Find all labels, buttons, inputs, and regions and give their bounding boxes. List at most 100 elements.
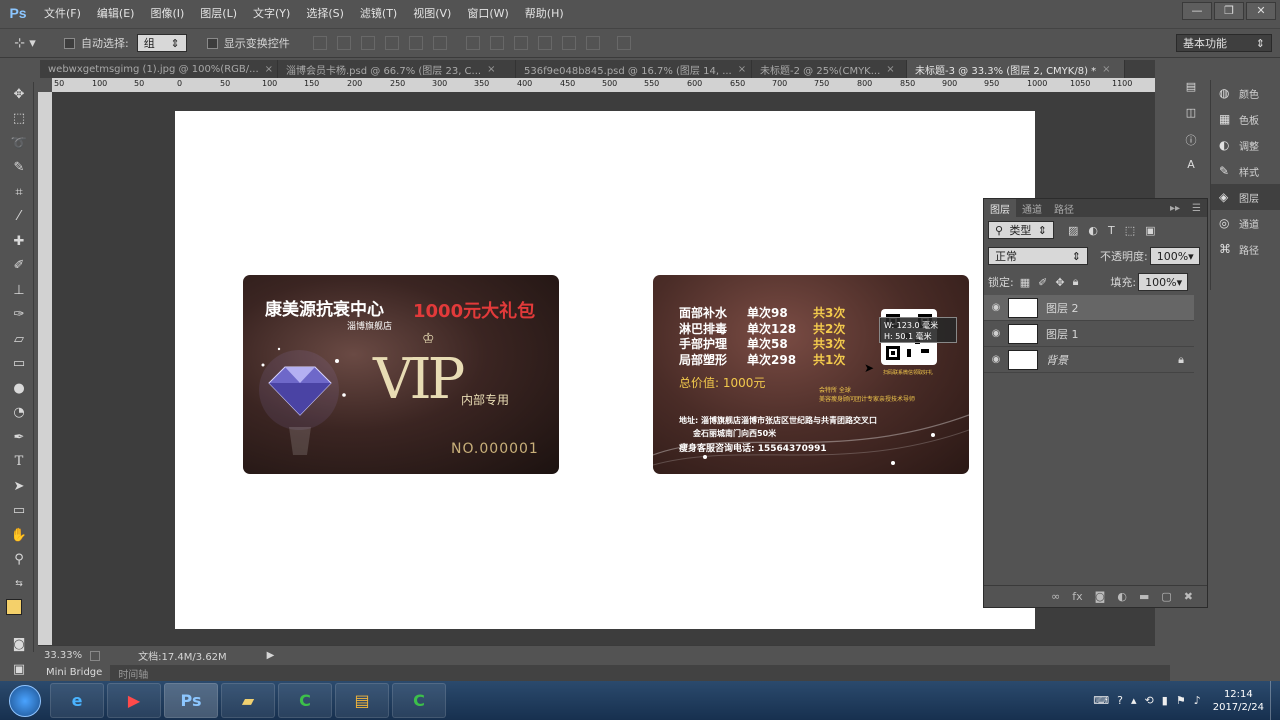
lock-transparent-icon[interactable]: ▦	[1020, 276, 1030, 289]
close-icon[interactable]: ×	[1102, 64, 1110, 75]
info-icon[interactable]: ⓘ	[1175, 132, 1207, 158]
character-icon[interactable]: A	[1175, 158, 1207, 184]
brush-tool-icon[interactable]: ✐	[4, 254, 34, 279]
distribute-right-icon[interactable]	[585, 36, 600, 50]
layer-row-background[interactable]: ◉ 背景 🔒︎	[984, 347, 1194, 373]
link-layers-icon[interactable]: ∞	[1051, 590, 1060, 603]
camtasia-recorder-icon[interactable]: C	[392, 683, 446, 718]
dock-item-paths[interactable]: ⌘ 路径	[1211, 236, 1280, 262]
align-top-icon[interactable]	[312, 36, 327, 50]
tray-expand-icon[interactable]: ▴	[1131, 694, 1137, 707]
keyboard-icon[interactable]: ⌨	[1093, 694, 1109, 707]
start-button[interactable]	[0, 682, 50, 720]
minimize-button[interactable]: —	[1182, 2, 1212, 20]
type-tool-icon[interactable]: T	[4, 450, 34, 475]
close-button[interactable]: ✕	[1246, 2, 1276, 20]
move-tool-icon[interactable]: ⊹ ▾	[0, 36, 50, 51]
align-hcenter-icon[interactable]	[408, 36, 423, 50]
tab-timeline[interactable]: 时间轴	[110, 666, 156, 681]
close-icon[interactable]: ×	[265, 64, 273, 75]
filter-adjust-icon[interactable]: ◐	[1088, 224, 1098, 237]
notes-app-icon[interactable]: ▤	[335, 683, 389, 718]
tab-paths[interactable]: 路径	[1048, 199, 1080, 217]
layer-row-2[interactable]: ◉ 图层 2	[984, 295, 1194, 321]
filter-type-icon[interactable]: T	[1108, 224, 1115, 237]
workspace-dropdown[interactable]: 基本功能 ⇕	[1176, 34, 1272, 52]
collapse-panel-icon[interactable]: ▸▸	[1164, 199, 1186, 217]
dock-item-styles[interactable]: ✎ 样式	[1211, 158, 1280, 184]
fx-icon[interactable]: fx	[1072, 590, 1082, 603]
add-mask-icon[interactable]: ◙	[1095, 590, 1106, 603]
marquee-tool-icon[interactable]: ⬚	[4, 107, 34, 132]
close-icon[interactable]: ×	[738, 64, 746, 75]
new-adjustment-icon[interactable]: ◐	[1117, 590, 1127, 603]
screen-mode-icon[interactable]: ▣	[4, 657, 34, 682]
new-layer-icon[interactable]: ▢	[1161, 590, 1171, 603]
filter-pixel-icon[interactable]: ▨	[1068, 224, 1078, 237]
visibility-eye-icon[interactable]: ◉	[984, 354, 1008, 365]
camtasia-icon[interactable]: C	[278, 683, 332, 718]
filter-smart-icon[interactable]: ▣	[1145, 224, 1155, 237]
opacity-field[interactable]: 100% ▾	[1149, 247, 1200, 265]
vip-card-front[interactable]: 康美源抗衰中心 1000元大礼包 淄博旗舰店 VIP ♔ 内部专用 NO.000…	[243, 275, 559, 474]
vip-card-back[interactable]: 面部补水 单次98 共3次 淋巴排毒 单次128 共2次 手部护理 单次58 共…	[653, 275, 969, 474]
clock[interactable]: 12:14 2017/2/24	[1213, 688, 1264, 714]
close-icon[interactable]: ×	[886, 64, 894, 75]
distribute-hcenter-icon[interactable]	[561, 36, 576, 50]
align-left-icon[interactable]	[384, 36, 399, 50]
flag-icon[interactable]: ⚑	[1176, 694, 1186, 707]
eraser-tool-icon[interactable]: ▱	[4, 327, 34, 352]
menu-window[interactable]: 窗口(W)	[459, 5, 516, 21]
zoom-tool-icon[interactable]: ⚲	[4, 548, 34, 573]
lock-position-icon[interactable]: ✥	[1055, 276, 1064, 289]
menu-type[interactable]: 文字(Y)	[245, 5, 298, 21]
path-select-tool-icon[interactable]: ➤	[4, 474, 34, 499]
tab-channels[interactable]: 通道	[1016, 199, 1048, 217]
dodge-tool-icon[interactable]: ◔	[4, 401, 34, 426]
gradient-tool-icon[interactable]: ▭	[4, 352, 34, 377]
sync-icon[interactable]: ⟲	[1145, 694, 1154, 707]
explorer-folder-icon[interactable]: ▰	[221, 683, 275, 718]
network-icon[interactable]: ▮	[1162, 694, 1168, 707]
menu-edit[interactable]: 编辑(E)	[89, 5, 143, 21]
filter-type-dropdown[interactable]: ⚲ 类型 ⇕	[988, 221, 1054, 239]
menu-view[interactable]: 视图(V)	[405, 5, 459, 21]
pen-tool-icon[interactable]: ✒	[4, 425, 34, 450]
history-icon[interactable]: ▤	[1175, 80, 1207, 106]
media-player-icon[interactable]: ▶	[107, 683, 161, 718]
crop-tool-icon[interactable]: ⌗	[4, 180, 34, 205]
volume-icon[interactable]: ♪	[1194, 694, 1201, 707]
show-transform-checkbox[interactable]	[206, 37, 218, 49]
menu-file[interactable]: 文件(F)	[36, 5, 89, 21]
tab-doc-2[interactable]: 淄博会员卡杨.psd @ 66.7% (图层 23, C... ×	[278, 60, 516, 78]
dock-item-color[interactable]: ◍ 颜色	[1211, 80, 1280, 106]
align-right-icon[interactable]	[432, 36, 447, 50]
move-tool-icon[interactable]: ✥	[4, 82, 34, 107]
auto-select-checkbox[interactable]	[64, 37, 75, 49]
panel-menu-icon[interactable]: ☰	[1186, 199, 1207, 217]
tab-doc-1[interactable]: webwxgetmsgimg (1).jpg @ 100%(RGB/... ×	[40, 60, 278, 78]
menu-help[interactable]: 帮助(H)	[517, 5, 572, 21]
auto-select-dropdown[interactable]: 组 ⇕	[136, 34, 187, 52]
healing-tool-icon[interactable]: ✚	[4, 229, 34, 254]
status-menu-arrow-icon[interactable]: ▶	[267, 650, 275, 661]
new-group-icon[interactable]: ▬	[1139, 590, 1149, 603]
align-bottom-icon[interactable]	[360, 36, 375, 50]
eyedropper-tool-icon[interactable]: ⁄	[4, 205, 34, 230]
properties-icon[interactable]: ◫	[1175, 106, 1207, 132]
blend-mode-dropdown[interactable]: 正常 ⇕	[988, 247, 1088, 265]
stamp-tool-icon[interactable]: ⊥	[4, 278, 34, 303]
swap-colors-icon[interactable]: ⇆	[4, 572, 34, 597]
foreground-color[interactable]	[6, 598, 22, 615]
auto-align-icon[interactable]	[616, 36, 631, 50]
fill-field[interactable]: 100% ▾	[1138, 273, 1189, 291]
filter-shape-icon[interactable]: ⬚	[1125, 224, 1135, 237]
share-icon[interactable]	[90, 650, 101, 661]
tab-mini-bridge[interactable]: Mini Bridge	[38, 665, 111, 681]
dock-item-swatches[interactable]: ▦ 色板	[1211, 106, 1280, 132]
tab-doc-4[interactable]: 未标题-2 @ 25%(CMYK... ×	[752, 60, 907, 78]
tab-doc-3[interactable]: 536f9e048b845.psd @ 16.7% (图层 14, ... ×	[516, 60, 752, 78]
lock-all-icon[interactable]: 🔒︎	[1073, 275, 1079, 289]
layer-row-1[interactable]: ◉ 图层 1	[984, 321, 1194, 347]
hand-tool-icon[interactable]: ✋	[4, 523, 34, 548]
